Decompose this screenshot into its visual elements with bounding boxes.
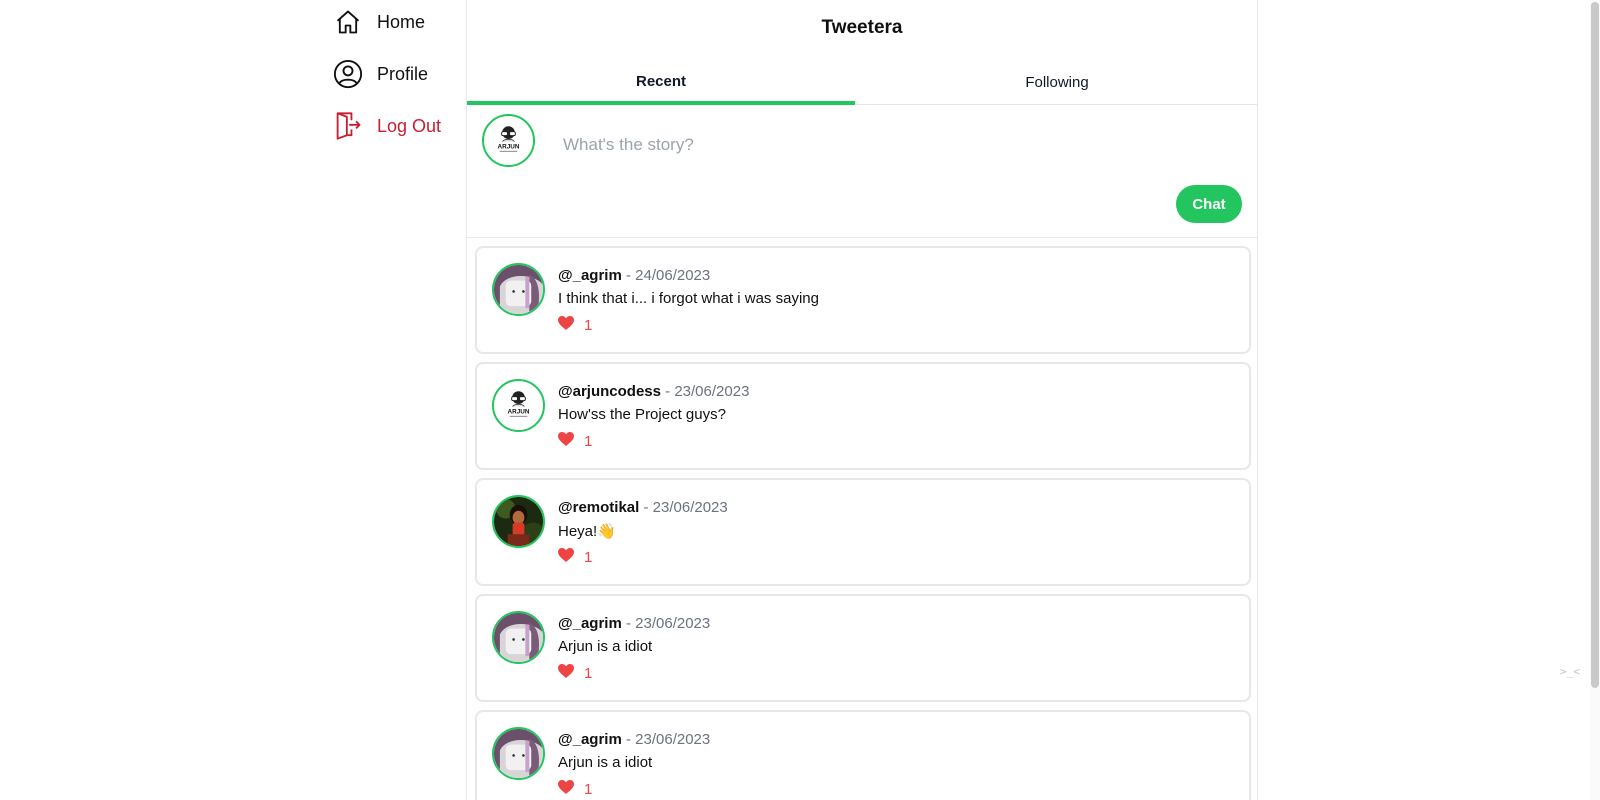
svg-text:ARJUN: ARJUN <box>508 408 530 415</box>
feed-list: @_agrim - 24/06/2023 I think that i... i … <box>475 246 1251 800</box>
heart-icon <box>558 316 584 334</box>
home-icon <box>333 7 363 37</box>
post-date: - 23/06/2023 <box>626 615 711 632</box>
post-date: - 23/06/2023 <box>626 731 711 748</box>
post-text: Heya!👋 <box>558 523 616 540</box>
tab-recent[interactable]: Recent <box>467 62 855 105</box>
post-date: - 23/06/2023 <box>643 499 728 516</box>
post-handle[interactable]: @remotikal <box>558 499 639 516</box>
heart-icon <box>558 664 584 682</box>
like-button[interactable]: 1 <box>558 432 592 450</box>
post-card[interactable]: @_agrim - 23/06/2023 Arjun is a idiot 1 <box>475 710 1251 800</box>
composer: ARJUN Chat <box>467 105 1257 238</box>
post-card[interactable]: @_agrim - 23/06/2023 Arjun is a idiot 1 <box>475 594 1251 702</box>
feed-tabs: Recent Following <box>467 62 1257 105</box>
post-handle[interactable]: @_agrim <box>558 731 622 748</box>
post-meta: @arjuncodess - 23/06/2023 <box>558 383 749 400</box>
post-text: How'ss the Project guys? <box>558 406 726 423</box>
avatar[interactable] <box>492 727 545 780</box>
post-card[interactable]: ARJUN @arjuncodess - 23/06/2023 How'ss the… <box>475 362 1251 470</box>
like-count: 1 <box>584 780 593 798</box>
like-count: 1 <box>584 432 593 450</box>
scrollbar-thumb[interactable] <box>1591 2 1599 688</box>
post-meta: @_agrim - 24/06/2023 <box>558 267 710 284</box>
tab-label: Following <box>1025 74 1089 91</box>
post-date: - 24/06/2023 <box>626 267 711 284</box>
like-button[interactable]: 1 <box>558 780 592 798</box>
logout-icon <box>333 111 363 141</box>
devtools-widget-icon[interactable]: >_< <box>1560 665 1586 685</box>
sidebar-item-home[interactable]: Home <box>333 7 425 37</box>
avatar[interactable] <box>492 611 545 664</box>
like-button[interactable]: 1 <box>558 316 592 334</box>
main-column: Tweetera Recent Following ARJUN Chat @_a… <box>466 0 1258 800</box>
sidebar-item-profile[interactable]: Profile <box>333 59 428 89</box>
page-scrollbar[interactable] <box>1590 0 1600 800</box>
avatar[interactable] <box>492 495 545 548</box>
post-card[interactable]: @remotikal - 23/06/2023 Heya!👋 1 <box>475 478 1251 586</box>
like-count: 1 <box>584 664 593 682</box>
post-date: - 23/06/2023 <box>665 383 750 400</box>
user-circle-icon <box>333 59 363 89</box>
tab-following[interactable]: Following <box>855 62 1259 105</box>
chat-button[interactable]: Chat <box>1176 185 1242 223</box>
page-title: Tweetera <box>821 17 903 38</box>
like-count: 1 <box>584 316 593 334</box>
avatar[interactable] <box>492 263 545 316</box>
avatar: ARJUN <box>482 114 535 167</box>
post-meta: @remotikal - 23/06/2023 <box>558 499 728 516</box>
heart-icon <box>558 432 584 450</box>
post-handle[interactable]: @_agrim <box>558 615 622 632</box>
tab-label: Recent <box>635 73 687 90</box>
post-handle[interactable]: @arjuncodess <box>558 383 661 400</box>
post-card[interactable]: @_agrim - 24/06/2023 I think that i... i … <box>475 246 1251 354</box>
sidebar-item-label: Log Out <box>377 115 442 136</box>
sidebar-item-label: Home <box>377 11 426 32</box>
heart-icon <box>558 780 584 798</box>
sidebar-item-label: Profile <box>377 63 429 84</box>
post-meta: @_agrim - 23/06/2023 <box>558 731 710 748</box>
avatar[interactable]: ARJUN <box>492 379 545 432</box>
like-button[interactable]: 1 <box>558 664 592 682</box>
like-button[interactable]: 1 <box>558 548 592 566</box>
like-count: 1 <box>584 548 593 566</box>
sidebar: Home Profile Log Out <box>0 0 466 800</box>
post-text: Arjun is a idiot <box>558 754 653 771</box>
svg-text:ARJUN: ARJUN <box>498 143 520 150</box>
heart-icon <box>558 548 584 566</box>
post-text: I think that i... i forgot what i was sa… <box>558 290 819 307</box>
post-text: Arjun is a idiot <box>558 638 653 655</box>
post-handle[interactable]: @_agrim <box>558 267 622 284</box>
post-meta: @_agrim - 23/06/2023 <box>558 615 710 632</box>
story-input[interactable] <box>563 130 1123 160</box>
sidebar-item-logout[interactable]: Log Out <box>333 111 441 141</box>
